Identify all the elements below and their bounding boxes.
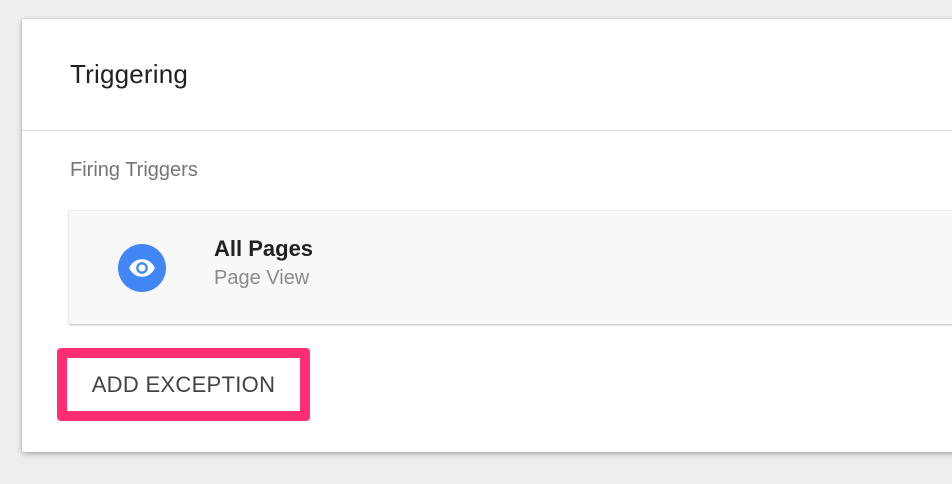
firing-triggers-label: Firing Triggers [70, 159, 198, 181]
panel-title: Triggering [70, 59, 189, 89]
add-exception-button[interactable]: ADD EXCEPTION [67, 358, 300, 411]
trigger-type: Page View [214, 267, 310, 289]
panel-header: Triggering [22, 19, 952, 131]
triggering-panel: Triggering Firing Triggers All Pages Pag… [22, 19, 952, 452]
trigger-text: All Pages Page View [214, 235, 313, 293]
eye-icon [118, 244, 166, 292]
trigger-name: All Pages [214, 236, 314, 261]
add-exception-highlight: ADD EXCEPTION [57, 348, 310, 421]
eye-icon-glyph [129, 259, 155, 277]
trigger-row-all-pages[interactable]: All Pages Page View [69, 210, 952, 324]
